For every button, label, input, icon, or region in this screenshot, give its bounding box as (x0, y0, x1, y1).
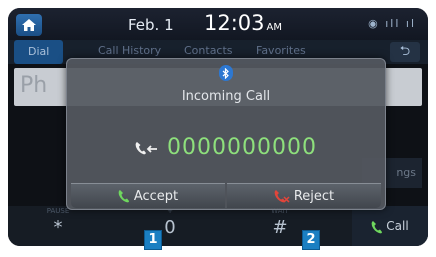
home-button[interactable] (16, 14, 42, 36)
time-value: 12:03 (204, 11, 265, 35)
reject-button[interactable]: Reject (227, 183, 381, 208)
tab-contacts[interactable]: Contacts (184, 44, 233, 57)
accept-label: Accept (133, 188, 179, 204)
status-bar: Feb. 1 12:03 AM ◉ ıll ıl (8, 8, 428, 40)
caller-row: 0000000000 (67, 135, 385, 160)
callout-marker-1: 1 (144, 230, 162, 250)
key-zero[interactable]: + 0 (120, 206, 220, 246)
status-date: Feb. 1 (128, 16, 174, 34)
tab-favorites[interactable]: Favorites (256, 44, 306, 57)
incoming-call-dialog: Incoming Call 0000000000 Accept Reject (66, 58, 386, 210)
key-star[interactable]: PAUSE * (8, 206, 108, 246)
key-star-label: * (53, 217, 63, 238)
accept-button[interactable]: Accept (71, 183, 225, 208)
head-unit-screen: Feb. 1 12:03 AM ◉ ıll ıl Dial Call Histor… (8, 8, 428, 246)
callout-marker-2: 2 (302, 230, 320, 250)
bluetooth-icon (219, 65, 233, 81)
call-key[interactable]: Call (352, 206, 428, 246)
dialog-title: Incoming Call (181, 89, 271, 104)
tab-call-history[interactable]: Call History (98, 44, 161, 57)
phone-icon (371, 220, 383, 233)
reject-label: Reject (293, 188, 335, 204)
time-ampm: AM (266, 22, 282, 33)
tab-dial[interactable]: Dial (14, 40, 64, 64)
key-hash-label: # (272, 217, 288, 238)
back-button[interactable]: ⮌ (390, 42, 420, 62)
dial-input-placeholder: Ph (20, 73, 48, 98)
home-icon (22, 19, 36, 31)
caller-number: 0000000000 (167, 135, 317, 160)
accept-phone-icon (118, 190, 129, 203)
signal-icons: ◉ ıll ıl (368, 17, 416, 30)
key-zero-label: 0 (164, 217, 176, 238)
call-key-label: Call (386, 219, 409, 233)
reject-phone-icon (274, 190, 290, 203)
status-time: 12:03 AM (204, 11, 282, 35)
incoming-call-icon (135, 141, 157, 154)
